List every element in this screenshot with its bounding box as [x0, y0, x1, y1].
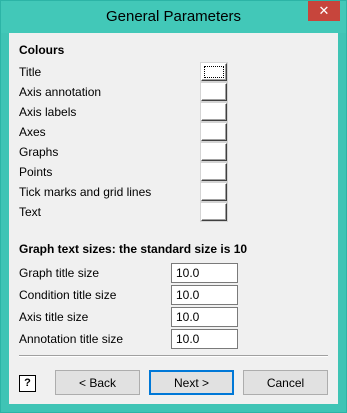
colour-label-text: Text	[19, 205, 42, 219]
close-button[interactable]: ✕	[308, 1, 340, 21]
colour-swatch-title[interactable]	[201, 63, 227, 81]
back-button[interactable]: < Back	[55, 370, 140, 395]
axis-title-size-input[interactable]	[171, 307, 238, 327]
annotation-title-size-input[interactable]	[171, 329, 238, 349]
colour-swatch-tick-marks[interactable]	[201, 183, 227, 201]
colour-swatch-axes[interactable]	[201, 123, 227, 141]
size-label-graph-title: Graph title size	[19, 266, 100, 280]
condition-title-size-input[interactable]	[171, 285, 238, 305]
close-icon: ✕	[318, 3, 330, 18]
text-sizes-heading: Graph text sizes: the standard size is 1…	[19, 242, 248, 256]
size-label-axis-title: Axis title size	[19, 310, 89, 324]
window-title: General Parameters	[105, 8, 242, 25]
colour-label-graphs: Graphs	[19, 145, 59, 159]
title-bar[interactable]: General Parameters ✕	[1, 1, 346, 33]
next-button[interactable]: Next >	[149, 370, 234, 395]
colour-swatch-axis-annotation[interactable]	[201, 83, 227, 101]
colour-label-tick-marks: Tick marks and grid lines	[19, 185, 152, 199]
colour-label-title: Title	[19, 65, 42, 79]
colour-label-points: Points	[19, 165, 53, 179]
colour-label-axis-labels: Axis labels	[19, 105, 77, 119]
dialog-window: General Parameters ✕ Colours Title Axis …	[0, 0, 347, 413]
colour-swatch-graphs[interactable]	[201, 143, 227, 161]
graph-title-size-input[interactable]	[171, 263, 238, 283]
colour-swatch-axis-labels[interactable]	[201, 103, 227, 121]
colour-swatch-points[interactable]	[201, 163, 227, 181]
colour-label-axis-annotation: Axis annotation	[19, 85, 102, 99]
footer-separator	[19, 355, 328, 357]
colour-label-axes: Axes	[19, 125, 46, 139]
colour-swatch-text[interactable]	[201, 203, 227, 221]
colours-heading: Colours	[19, 43, 65, 57]
cancel-button[interactable]: Cancel	[243, 370, 328, 395]
dialog-body: Colours Title Axis annotation Axis label…	[9, 33, 338, 404]
help-icon[interactable]: ?	[19, 375, 36, 392]
size-label-condition-title: Condition title size	[19, 288, 117, 302]
size-label-annotation-title: Annotation title size	[19, 332, 124, 346]
